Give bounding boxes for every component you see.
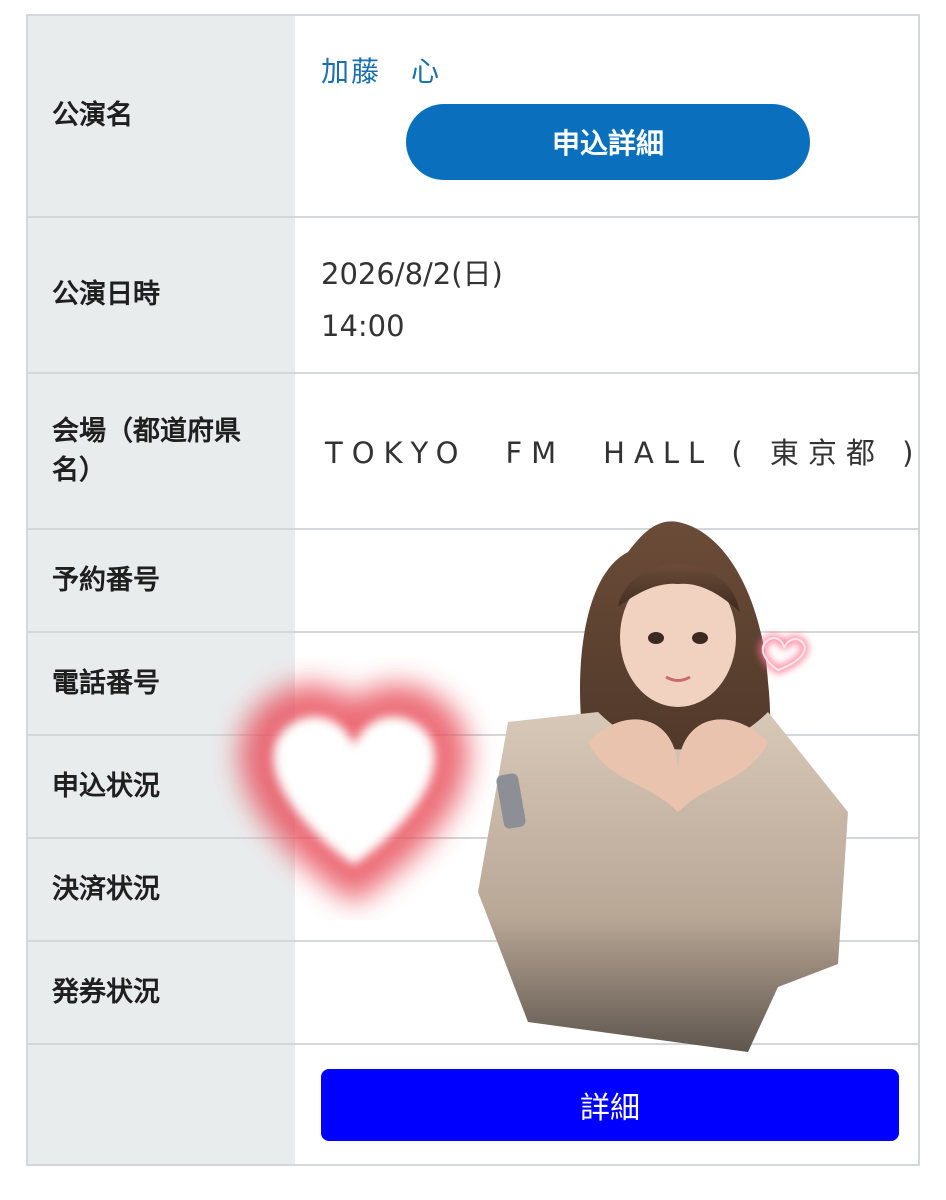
value-venue-cell: TOKYO FM HALL ( 東京都 ) bbox=[295, 374, 918, 528]
application-status-value: 当選 bbox=[321, 775, 378, 808]
label-venue: 会場（都道府県名） bbox=[28, 374, 295, 528]
label-payment-status: 決済状況 bbox=[28, 839, 295, 940]
row-application-status: 申込状況 当選 bbox=[28, 736, 918, 839]
label-ticketing-status: 発券状況 bbox=[28, 942, 295, 1043]
row-performance-name: 公演名 加藤 心 申込詳細 bbox=[28, 16, 918, 218]
value-phone-number bbox=[295, 633, 918, 734]
label-performance-datetime: 公演日時 bbox=[28, 218, 295, 372]
performance-time: 14:00 bbox=[321, 309, 405, 343]
apply-details-button[interactable]: 申込詳細 bbox=[406, 104, 810, 180]
label-footer-empty bbox=[28, 1045, 295, 1164]
row-ticketing-status: 発券状況 bbox=[28, 942, 918, 1045]
details-button[interactable]: 詳細 bbox=[321, 1069, 899, 1141]
label-performance-name: 公演名 bbox=[28, 16, 295, 216]
performer-name-link[interactable]: 加藤 心 bbox=[321, 50, 441, 90]
value-reservation-number bbox=[295, 530, 918, 631]
row-payment-status: 決済状況 bbox=[28, 839, 918, 942]
value-performance-datetime: 2026/8/2(日) 14:00 bbox=[295, 218, 918, 372]
value-ticketing-status bbox=[295, 942, 918, 1043]
value-application-status-cell: 当選 bbox=[295, 736, 918, 837]
ticket-info-table: 公演名 加藤 心 申込詳細 公演日時 2026/8/2(日) 14:00 会場（… bbox=[26, 14, 920, 1166]
label-reservation-number: 予約番号 bbox=[28, 530, 295, 631]
row-phone-number: 電話番号 bbox=[28, 633, 918, 736]
value-payment-status bbox=[295, 839, 918, 940]
row-reservation-number: 予約番号 bbox=[28, 530, 918, 633]
label-application-status: 申込状況 bbox=[28, 736, 295, 837]
value-footer: 詳細 bbox=[295, 1045, 918, 1164]
venue-name: TOKYO FM HALL ( 東京都 ) bbox=[325, 436, 923, 470]
label-phone-number: 電話番号 bbox=[28, 633, 295, 734]
row-footer: 詳細 bbox=[28, 1045, 918, 1164]
row-performance-datetime: 公演日時 2026/8/2(日) 14:00 bbox=[28, 218, 918, 374]
performance-date: 2026/8/2(日) bbox=[321, 257, 503, 291]
row-venue: 会場（都道府県名） TOKYO FM HALL ( 東京都 ) bbox=[28, 374, 918, 530]
value-performance-name: 加藤 心 申込詳細 bbox=[295, 16, 918, 216]
